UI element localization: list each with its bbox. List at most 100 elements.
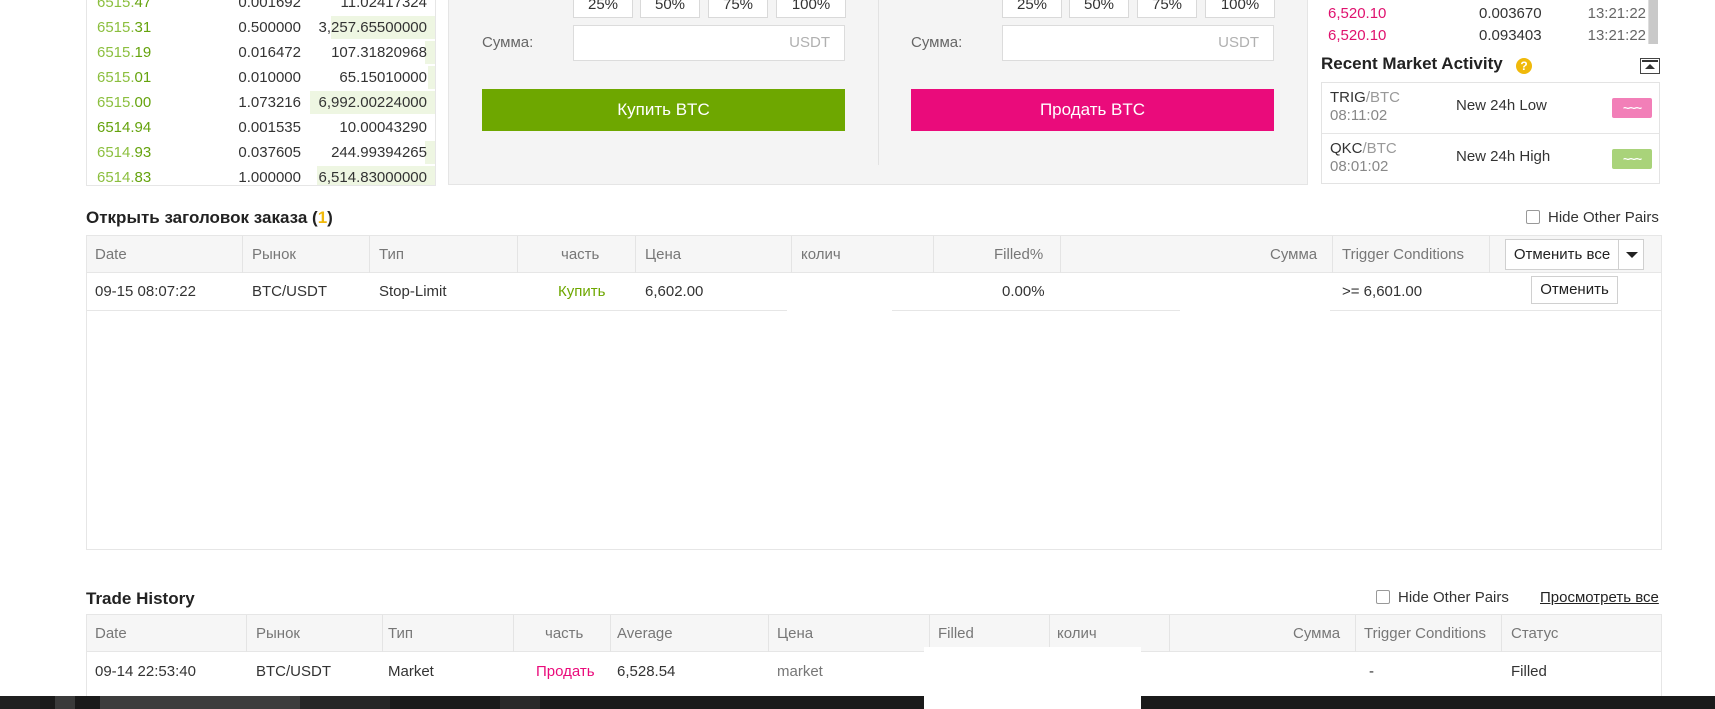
orderbook-row[interactable]: 6515.01 0.010000 65.15010000: [87, 65, 435, 90]
sell-pct-25-button[interactable]: 25%: [1002, 0, 1062, 18]
history-average: 6,528.54: [617, 663, 676, 680]
cancel-order-button[interactable]: Отменить: [1531, 276, 1618, 304]
order-price: 6,602.00: [645, 283, 704, 300]
col-market: Рынок: [256, 625, 300, 642]
activity-time: 08:01:02: [1330, 158, 1389, 175]
trend-up-icon: ~~~: [1612, 149, 1652, 169]
col-side: часть: [545, 625, 584, 642]
activity-pair: TRIG/BTC: [1330, 89, 1401, 106]
market-activity-item[interactable]: TRIG/BTC 08:11:02 New 24h Low ~~~: [1322, 83, 1659, 133]
history-hide-other-pairs-checkbox[interactable]: [1376, 590, 1390, 604]
open-orders-title: Открыть заголовок заказа (1): [86, 208, 333, 227]
orderbook-row[interactable]: 6515.00 1.073216 6,992.00224000: [87, 90, 435, 115]
orderbook-row[interactable]: 6514.93 0.037605 244.99394265: [87, 140, 435, 165]
orderbook-total: 6,514.83000000: [318, 169, 427, 186]
buy-sum-input[interactable]: USDT: [573, 25, 845, 61]
activity-description: New 24h High: [1456, 148, 1551, 165]
help-icon[interactable]: ?: [1516, 58, 1532, 74]
sell-sum-label: Сумма:: [911, 34, 963, 51]
orderbook-price: 6514.93: [97, 144, 152, 161]
orderbook-row[interactable]: 6514.94 0.001535 10.00043290: [87, 115, 435, 140]
table-header: Date Рынок Тип часть Average Цена Filled…: [87, 615, 1661, 652]
orderbook-amount: 0.001692: [238, 0, 301, 11]
col-market: Рынок: [252, 246, 296, 263]
open-orders-table: Date Рынок Тип часть Цена колич Filled% …: [86, 235, 1662, 550]
taskbar: [0, 696, 1715, 709]
orderbook-price: 6515.31: [97, 19, 152, 36]
sell-btc-button[interactable]: Продать BTC: [911, 89, 1274, 131]
view-all-link[interactable]: Просмотреть все: [1540, 589, 1659, 606]
form-divider: [878, 0, 879, 165]
buy-pct-50-button[interactable]: 50%: [640, 0, 700, 18]
orderbook-total: 3,257.65500000: [318, 19, 427, 36]
col-trigger: Trigger Conditions: [1364, 625, 1486, 642]
buy-sum-label: Сумма:: [482, 34, 534, 51]
history-type: Market: [388, 663, 434, 680]
trade-history-table: Date Рынок Тип часть Average Цена Filled…: [86, 614, 1662, 704]
order-book: 6515.47 0.001692 11.02417324 6515.31 0.50000…: [86, 0, 436, 186]
orderbook-price: 6514.94: [97, 119, 152, 136]
history-side: Продать: [536, 663, 595, 680]
history-price: market: [777, 663, 823, 680]
activity-pair: QKC/BTC: [1330, 140, 1397, 157]
market-activity-item[interactable]: QKC/BTC 08:01:02 New 24h High ~~~: [1322, 133, 1659, 183]
recent-trades-scrollbar[interactable]: [1648, 0, 1658, 44]
orderbook-row[interactable]: 6514.83 1.000000 6,514.83000000: [87, 165, 435, 186]
recent-trade-row: 6,520.10 0.093403 13:21:22: [1328, 27, 1658, 49]
buy-btc-button[interactable]: Купить BTC: [482, 89, 845, 131]
history-hide-other-pairs-label: Hide Other Pairs: [1398, 589, 1509, 606]
sell-pct-50-button[interactable]: 50%: [1069, 0, 1129, 18]
orderbook-total: 65.15010000: [339, 69, 427, 86]
orderbook-total: 244.99394265: [331, 144, 427, 161]
orderbook-row[interactable]: 6515.47 0.001692 11.02417324: [87, 0, 435, 15]
trade-history-title: Trade History: [86, 589, 195, 608]
trade-time: 13:21:22: [1587, 27, 1646, 44]
buy-pct-100-button[interactable]: 100%: [776, 0, 846, 18]
trend-down-icon: ~~~: [1612, 98, 1652, 118]
taskbar-icon[interactable]: [55, 696, 75, 709]
col-amount: колич: [801, 246, 841, 263]
col-average: Average: [617, 625, 673, 642]
buy-pct-25-button[interactable]: 25%: [573, 0, 633, 18]
market-activity-list: TRIG/BTC 08:11:02 New 24h Low ~~~ QKC/BT…: [1321, 82, 1660, 184]
orderbook-amount: 0.500000: [238, 19, 301, 36]
collapse-icon[interactable]: [1640, 58, 1660, 74]
trade-time: 13:21:22: [1587, 5, 1646, 22]
col-type: Тип: [379, 246, 405, 263]
order-trigger: >= 6,601.00: [1342, 283, 1423, 300]
redacted-area: [924, 696, 1141, 709]
col-total: Сумма: [1293, 625, 1341, 642]
col-price: Цена: [645, 246, 682, 263]
activity-time: 08:11:02: [1330, 107, 1388, 124]
sell-pct-100-button[interactable]: 100%: [1205, 0, 1275, 18]
cancel-all-button[interactable]: Отменить все: [1505, 239, 1619, 270]
orderbook-price: 6515.01: [97, 69, 152, 86]
col-total: Сумма: [1270, 246, 1318, 263]
orderbook-price: 6515.47: [97, 0, 152, 11]
chevron-down-icon[interactable]: [1618, 239, 1644, 270]
sell-pct-75-button[interactable]: 75%: [1137, 0, 1197, 18]
orderbook-price: 6515.00: [97, 94, 152, 111]
orderbook-total: 11.02417324: [340, 0, 427, 11]
buy-pct-75-button[interactable]: 75%: [708, 0, 768, 18]
orderbook-total: 107.31820968: [331, 44, 427, 61]
taskbar-app[interactable]: [300, 696, 390, 709]
orderbook-row[interactable]: 6515.31 0.500000 3,257.65500000: [87, 15, 435, 40]
taskbar-app[interactable]: [500, 696, 540, 709]
history-date: 09-14 22:53:40: [95, 663, 196, 680]
orderbook-amount: 0.016472: [238, 44, 301, 61]
hide-other-pairs-checkbox[interactable]: [1526, 210, 1540, 224]
order-type: Stop-Limit: [379, 283, 447, 300]
sell-sum-input[interactable]: USDT: [1002, 25, 1274, 61]
order-side: Купить: [558, 283, 606, 300]
taskbar-app-active[interactable]: [100, 696, 300, 709]
trade-price: 6,520.10: [1328, 27, 1387, 44]
orderbook-row[interactable]: 6515.19 0.016472 107.31820968: [87, 40, 435, 65]
history-status: Filled: [1511, 663, 1547, 680]
trade-price: 6,520.10: [1328, 5, 1387, 22]
order-market: BTC/USDT: [252, 283, 327, 300]
start-button[interactable]: [0, 696, 40, 709]
history-trigger: -: [1369, 663, 1374, 680]
market-activity-title: Recent Market Activity: [1321, 54, 1503, 73]
col-date: Date: [95, 246, 127, 263]
